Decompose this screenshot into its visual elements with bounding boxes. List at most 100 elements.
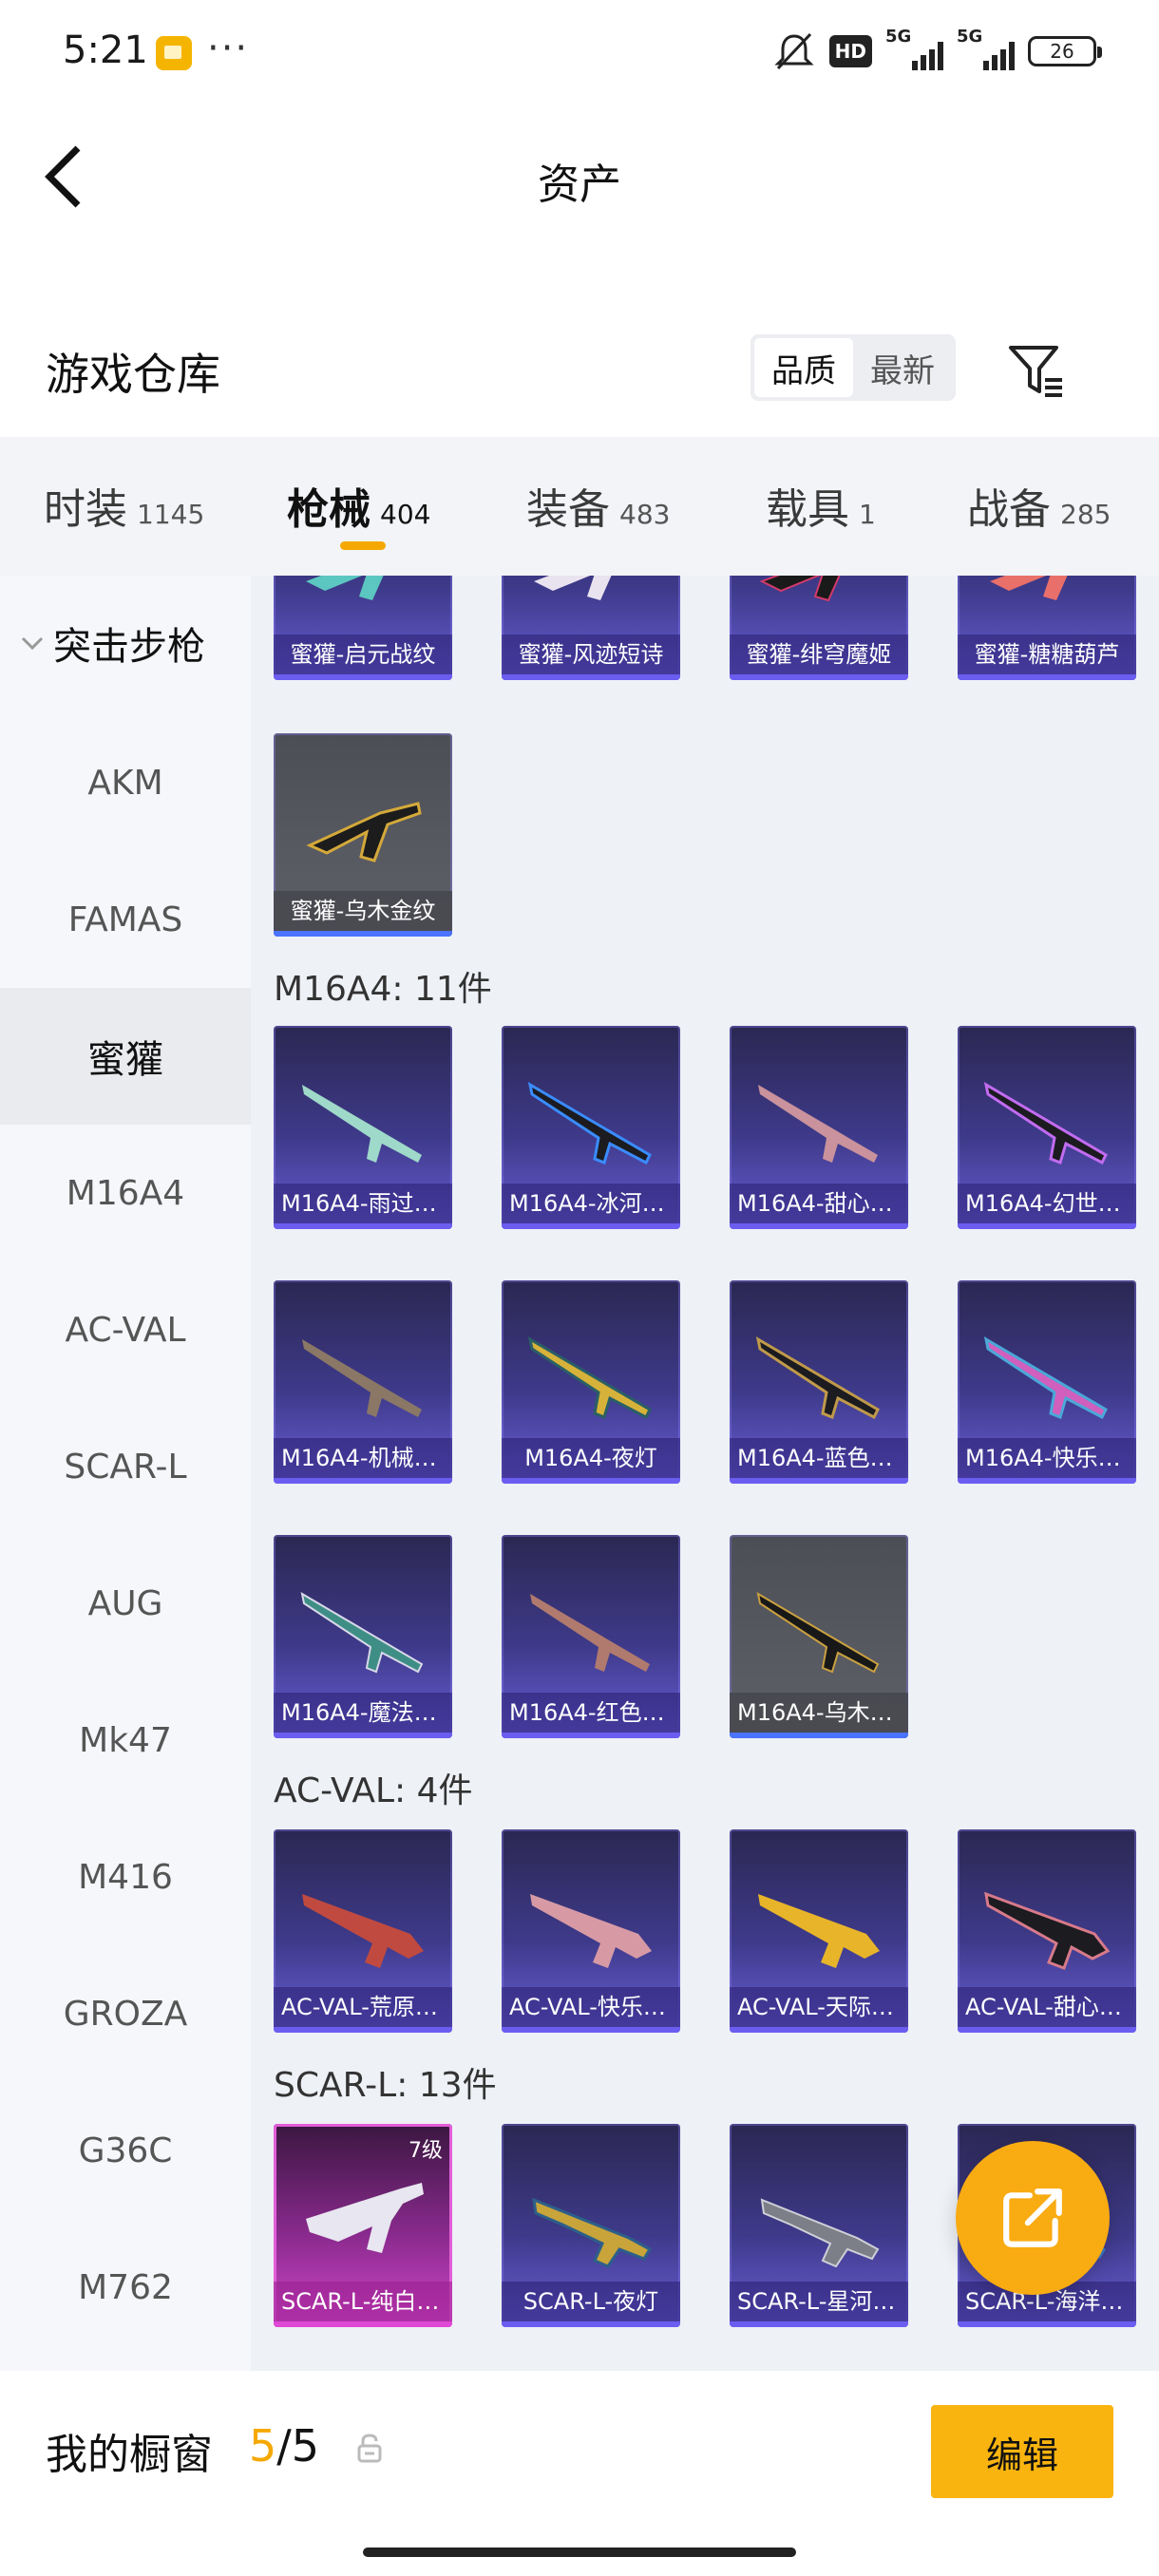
nav-item-groza[interactable]: GROZA xyxy=(0,1945,251,2082)
status-bar: 5:21 ··· HD 5G 5G 26 xyxy=(0,0,1159,104)
rifle-icon xyxy=(306,2183,424,2253)
skin-card[interactable]: M16A4-幻世绮梦 xyxy=(958,1026,1136,1229)
skin-card[interactable]: 蜜獾-风迹短诗 xyxy=(502,576,680,680)
nav-item-honey-badger[interactable]: 蜜獾 xyxy=(0,988,251,1125)
rifle-icon xyxy=(527,1082,652,1165)
tab-equipment[interactable]: 装备 483 xyxy=(526,475,670,536)
level-badge: 7级 xyxy=(408,2139,443,2163)
sort-newest[interactable]: 最新 xyxy=(853,338,952,397)
tab-label: 时装 xyxy=(44,485,127,534)
rifle-icon xyxy=(984,1891,1111,1970)
skin-name: M16A4-夜灯 xyxy=(502,1438,680,1478)
skin-name: AC-VAL-荒原狂徒 xyxy=(274,1987,452,2027)
showcase-current: 5 xyxy=(249,2420,277,2472)
tab-vehicles[interactable]: 载具 1 xyxy=(766,475,876,536)
rifle-icon xyxy=(300,1592,424,1674)
rifle-icon xyxy=(758,1894,880,1968)
rifle-icon xyxy=(527,1336,652,1420)
home-indicator[interactable] xyxy=(363,2548,796,2557)
nav-item-aug[interactable]: AUG xyxy=(0,1535,251,1672)
network-label: 5G xyxy=(885,27,912,47)
skin-card[interactable]: M16A4-快乐星球 xyxy=(958,1280,1136,1484)
rifle-icon xyxy=(760,2198,880,2268)
edit-button[interactable]: 编辑 xyxy=(931,2405,1113,2498)
tab-gear[interactable]: 战备 285 xyxy=(967,475,1111,536)
tab-label: 装备 xyxy=(526,485,610,534)
skin-card[interactable]: 蜜獾-绯穹魔姬 xyxy=(730,576,908,680)
skin-card[interactable]: M16A4-蓝色妖姬 xyxy=(730,1280,908,1484)
tab-label: 载具 xyxy=(766,485,849,534)
rifle-icon xyxy=(755,1336,880,1420)
tab-fashion[interactable]: 时装 1145 xyxy=(44,475,204,536)
skin-name: M16A4-乌木金纹 xyxy=(730,1693,908,1733)
nav-item-m16a4[interactable]: M16A4 xyxy=(0,1125,251,1261)
tab-count: 285 xyxy=(1060,499,1112,530)
skin-name: M16A4-甜心派对 xyxy=(730,1184,908,1223)
status-time: 5:21 xyxy=(63,28,148,72)
showcase-total: /5 xyxy=(276,2420,320,2472)
nav-group-assault-rifles[interactable]: 突击步枪 xyxy=(19,616,205,671)
skin-card[interactable]: M16A4-魔法迷踪 xyxy=(274,1535,452,1738)
skin-card[interactable]: 蜜獾-糖糖葫芦 xyxy=(958,576,1136,680)
skin-card[interactable]: AC-VAL-天际金辉 xyxy=(730,1829,908,2033)
skin-card[interactable]: 7级 SCAR-L-纯白绮梦 xyxy=(274,2124,452,2327)
skin-name: 蜜獾-启元战纹 xyxy=(274,635,452,674)
skin-card[interactable]: M16A4-夜灯 xyxy=(502,1280,680,1484)
mute-bell-icon xyxy=(772,30,816,72)
skin-name: M16A4-魔法迷踪 xyxy=(274,1693,452,1733)
signal-icon-2: 5G xyxy=(957,27,1015,70)
skin-name: AC-VAL-天际金辉 xyxy=(730,1987,908,2027)
rifle-icon xyxy=(758,1085,878,1163)
skin-card[interactable]: M16A4-冰河纪元 xyxy=(502,1026,680,1229)
skin-name: 蜜獾-乌木金纹 xyxy=(274,891,452,931)
nav-item-g36c[interactable]: G36C xyxy=(0,2082,251,2219)
weapon-category-nav: 突击步枪 AKM FAMAS 蜜獾 M16A4 AC-VAL SCAR-L AU… xyxy=(0,576,251,2371)
skin-name: M16A4-红色警戒 xyxy=(502,1693,680,1733)
skin-name: SCAR-L-夜灯 xyxy=(502,2282,680,2321)
filter-button[interactable] xyxy=(1005,338,1068,401)
sort-toggle: 品质 最新 xyxy=(750,334,956,401)
nav-item-famas[interactable]: FAMAS xyxy=(0,851,251,988)
nav-item-m416[interactable]: M416 xyxy=(0,1809,251,1945)
rifle-icon xyxy=(306,576,384,600)
more-notifications-icon: ··· xyxy=(207,27,250,70)
section-header: 游戏仓库 品质 最新 xyxy=(0,313,1159,418)
tab-firearms[interactable]: 枪械 404 xyxy=(287,475,430,536)
skin-card[interactable]: M16A4-乌木金纹 xyxy=(730,1535,908,1738)
skin-card[interactable]: AC-VAL-甜心派对 xyxy=(958,1829,1136,2033)
skin-card[interactable]: SCAR-L-星河漫游 xyxy=(730,2124,908,2327)
item-grid: 蜜獾-启元战纹 蜜獾-风迹短诗 蜜獾-绯穹魔姬 蜜獾-糖糖葫芦 蜜獾-乌木金纹 … xyxy=(251,576,1159,2371)
skin-card[interactable]: 蜜獾-乌木金纹 xyxy=(274,733,452,937)
rifle-icon xyxy=(756,1592,880,1674)
skin-card[interactable]: M16A4-机械狂潮 xyxy=(274,1280,452,1484)
nav-item-scar-l[interactable]: SCAR-L xyxy=(0,1398,251,1535)
nav-group-label: 突击步枪 xyxy=(53,625,205,669)
skin-name: M16A4-冰河纪元 xyxy=(502,1184,680,1223)
nav-item-ac-val[interactable]: AC-VAL xyxy=(0,1261,251,1398)
nav-item-m762[interactable]: M762 xyxy=(0,2219,251,2356)
rifle-icon xyxy=(302,1339,422,1417)
skin-card[interactable]: M16A4-甜心派对 xyxy=(730,1026,908,1229)
skin-card[interactable]: M16A4-红色警戒 xyxy=(502,1535,680,1738)
skin-card[interactable]: AC-VAL-快乐星球 xyxy=(502,1829,680,2033)
skin-card[interactable]: SCAR-L-夜灯 xyxy=(502,2124,680,2327)
rifle-icon xyxy=(990,576,1068,600)
rifle-icon xyxy=(532,2197,653,2268)
nav-item-mk47[interactable]: Mk47 xyxy=(0,1672,251,1809)
tab-count: 1145 xyxy=(137,499,205,530)
skin-name: M16A4-快乐星球 xyxy=(958,1438,1136,1478)
battery-icon: 26 xyxy=(1028,36,1102,66)
skin-card[interactable]: M16A4-雨过天青 xyxy=(274,1026,452,1229)
sort-quality[interactable]: 品质 xyxy=(754,338,853,397)
showcase-count: 5/5 xyxy=(249,2420,319,2472)
share-button[interactable] xyxy=(956,2141,1110,2295)
rifle-icon xyxy=(530,1894,652,1968)
skin-name: AC-VAL-快乐星球 xyxy=(502,1987,680,2027)
rifle-icon xyxy=(530,1594,650,1672)
hd-badge: HD xyxy=(828,35,872,67)
skin-card[interactable]: AC-VAL-荒原狂徒 xyxy=(274,1829,452,2033)
skin-card[interactable]: 蜜獾-启元战纹 xyxy=(274,576,452,680)
lock-icon xyxy=(357,2434,382,2463)
nav-item-akm[interactable]: AKM xyxy=(0,714,251,851)
tab-label: 战备 xyxy=(967,485,1051,534)
